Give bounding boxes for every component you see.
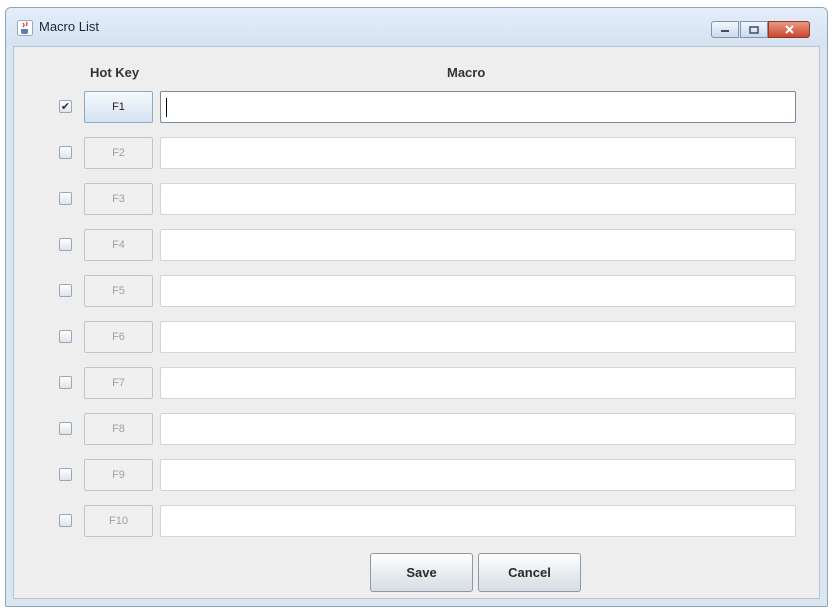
- hotkey-button-f7[interactable]: F7: [84, 367, 153, 399]
- macro-input-f5[interactable]: [160, 275, 796, 307]
- hotkey-header: Hot Key: [90, 65, 140, 80]
- minimize-button[interactable]: [711, 21, 739, 38]
- close-icon: [784, 25, 794, 34]
- macro-input-f6[interactable]: [160, 321, 796, 353]
- cancel-button[interactable]: Cancel: [478, 553, 581, 592]
- hotkey-button-f9[interactable]: F9: [84, 459, 153, 491]
- macro-input-f8[interactable]: [160, 413, 796, 445]
- macro-header: Macro: [447, 65, 486, 80]
- macro-row-f4: F4: [14, 228, 821, 262]
- hotkey-button-f1[interactable]: F1: [84, 91, 153, 123]
- macro-row-f3: F3: [14, 182, 821, 216]
- macro-input-f10[interactable]: [160, 505, 796, 537]
- hotkey-button-f6[interactable]: F6: [84, 321, 153, 353]
- hotkey-button-f5[interactable]: F5: [84, 275, 153, 307]
- macro-row-f9: F9: [14, 458, 821, 492]
- macro-list-window: Macro List Hot Key Macro ✔ F1 F2 F3 F4 F…: [5, 7, 828, 607]
- enable-checkbox-f5[interactable]: [59, 284, 72, 297]
- java-cup-icon: [17, 20, 33, 36]
- title-bar[interactable]: Macro List: [6, 8, 827, 46]
- macro-input-f4[interactable]: [160, 229, 796, 261]
- macro-input-f3[interactable]: [160, 183, 796, 215]
- checkmark-icon: ✔: [60, 100, 71, 113]
- close-button[interactable]: [768, 21, 810, 38]
- hotkey-button-f3[interactable]: F3: [84, 183, 153, 215]
- macro-input-f9[interactable]: [160, 459, 796, 491]
- macro-row-f7: F7: [14, 366, 821, 400]
- minimize-icon: [721, 29, 729, 32]
- enable-checkbox-f4[interactable]: [59, 238, 72, 251]
- enable-checkbox-f6[interactable]: [59, 330, 72, 343]
- content-panel: Hot Key Macro ✔ F1 F2 F3 F4 F5 F6 F7 F8 …: [13, 46, 820, 599]
- hotkey-button-f2[interactable]: F2: [84, 137, 153, 169]
- enable-checkbox-f3[interactable]: [59, 192, 72, 205]
- hotkey-button-f4[interactable]: F4: [84, 229, 153, 261]
- maximize-button[interactable]: [740, 21, 768, 38]
- enable-checkbox-f2[interactable]: [59, 146, 72, 159]
- enable-checkbox-f10[interactable]: [59, 514, 72, 527]
- save-button[interactable]: Save: [370, 553, 473, 592]
- macro-row-f1: ✔ F1: [14, 90, 821, 124]
- enable-checkbox-f7[interactable]: [59, 376, 72, 389]
- maximize-icon: [749, 25, 759, 34]
- macro-input-f7[interactable]: [160, 367, 796, 399]
- macro-input-f2[interactable]: [160, 137, 796, 169]
- window-title: Macro List: [39, 19, 99, 34]
- macro-row-f2: F2: [14, 136, 821, 170]
- hotkey-button-f8[interactable]: F8: [84, 413, 153, 445]
- hotkey-button-f10[interactable]: F10: [84, 505, 153, 537]
- macro-row-f5: F5: [14, 274, 821, 308]
- enable-checkbox-f8[interactable]: [59, 422, 72, 435]
- enable-checkbox-f9[interactable]: [59, 468, 72, 481]
- macro-row-f10: F10: [14, 504, 821, 538]
- macro-row-f8: F8: [14, 412, 821, 446]
- macro-row-f6: F6: [14, 320, 821, 354]
- enable-checkbox-f1[interactable]: ✔: [59, 100, 72, 113]
- macro-input-f1[interactable]: [160, 91, 796, 123]
